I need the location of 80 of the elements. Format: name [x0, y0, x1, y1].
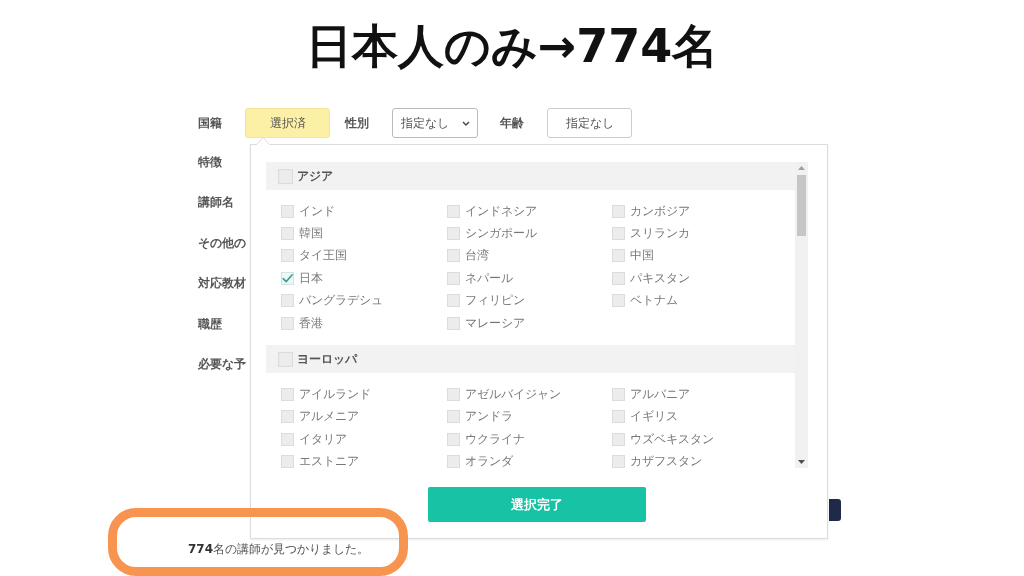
- chevron-down-icon: [462, 120, 470, 126]
- filter-button[interactable]: 指定なし: [547, 108, 632, 138]
- filter-label: 国籍: [198, 114, 222, 132]
- country-option[interactable]: スリランカ: [630, 225, 690, 243]
- checkbox[interactable]: [281, 410, 294, 424]
- checkbox[interactable]: [281, 204, 294, 218]
- filter-label: 性別: [345, 114, 369, 132]
- scroll-down-icon[interactable]: [798, 460, 805, 464]
- scroll-up-icon[interactable]: [798, 166, 805, 170]
- checkbox[interactable]: [447, 410, 460, 424]
- country-option[interactable]: 日本: [299, 269, 323, 287]
- country-option[interactable]: 香港: [299, 314, 323, 332]
- select-dropdown[interactable]: 指定なし: [392, 108, 478, 138]
- checkbox[interactable]: [612, 271, 625, 285]
- checkbox[interactable]: [281, 271, 294, 285]
- scrollbar[interactable]: [795, 162, 808, 468]
- filter-label: 対応教材: [198, 275, 246, 293]
- country-option[interactable]: オランダ: [465, 453, 513, 468]
- checkbox[interactable]: [447, 271, 460, 285]
- checkbox[interactable]: [281, 455, 294, 468]
- filter-label: その他の: [198, 234, 246, 252]
- country-option[interactable]: 韓国: [299, 225, 323, 243]
- checkbox[interactable]: [281, 388, 294, 402]
- checkbox[interactable]: [612, 204, 625, 218]
- checkbox[interactable]: [447, 249, 460, 263]
- checkbox[interactable]: [281, 432, 294, 446]
- checkbox[interactable]: [612, 455, 625, 468]
- checkbox[interactable]: [447, 388, 460, 402]
- checkbox[interactable]: [612, 294, 625, 308]
- country-option[interactable]: パキスタン: [630, 269, 690, 287]
- group-title[interactable]: ヨーロッパ: [297, 350, 357, 368]
- checkbox[interactable]: [612, 249, 625, 263]
- checkbox[interactable]: [612, 410, 625, 424]
- checkbox[interactable]: [281, 249, 294, 263]
- result-count-text: 774名の講師が見つかりました。: [188, 542, 370, 557]
- country-option[interactable]: フィリピン: [465, 292, 525, 310]
- filter-label: 講師名: [198, 194, 234, 212]
- checkbox[interactable]: [447, 455, 460, 468]
- checkbox[interactable]: [447, 432, 460, 446]
- headline: 日本人のみ→774名: [305, 18, 719, 75]
- country-option[interactable]: アゼルバイジャン: [465, 386, 561, 404]
- country-option[interactable]: ネパール: [465, 269, 513, 287]
- filter-label: 職歴: [198, 315, 222, 333]
- country-option[interactable]: エストニア: [299, 453, 359, 468]
- checkbox[interactable]: [447, 316, 460, 330]
- checkbox[interactable]: [281, 227, 294, 241]
- filter-label: 必要な予: [198, 356, 246, 374]
- country-option[interactable]: アイルランド: [299, 386, 371, 404]
- checkbox[interactable]: [447, 204, 460, 218]
- country-option[interactable]: アンドラ: [465, 408, 513, 426]
- scrollbar-thumb[interactable]: [797, 175, 806, 236]
- country-option[interactable]: カザフスタン: [630, 453, 702, 468]
- country-option[interactable]: イタリア: [299, 430, 347, 448]
- country-option[interactable]: カンボジア: [630, 202, 690, 220]
- checkbox[interactable]: [612, 388, 625, 402]
- country-option[interactable]: シンガポール: [465, 225, 537, 243]
- checkbox[interactable]: [447, 227, 460, 241]
- checkbox[interactable]: [447, 294, 460, 308]
- country-option[interactable]: ウズベキスタン: [630, 430, 714, 448]
- country-option[interactable]: 中国: [630, 247, 654, 265]
- country-option[interactable]: アルバニア: [630, 386, 690, 404]
- country-option[interactable]: タイ王国: [299, 247, 347, 265]
- checkbox[interactable]: [612, 432, 625, 446]
- country-option[interactable]: インドネシア: [465, 202, 537, 220]
- country-option[interactable]: 台湾: [465, 247, 489, 265]
- filter-label: 年齢: [500, 114, 524, 132]
- country-option[interactable]: バングラデシュ: [299, 292, 383, 310]
- checkbox[interactable]: [281, 316, 294, 330]
- country-option[interactable]: アルメニア: [299, 408, 359, 426]
- country-option[interactable]: イギリス: [630, 408, 678, 426]
- filter-label: 特徴: [198, 153, 222, 171]
- checkbox[interactable]: [612, 227, 625, 241]
- country-option[interactable]: インド: [299, 202, 335, 220]
- checkbox[interactable]: [281, 294, 294, 308]
- country-option[interactable]: ウクライナ: [465, 430, 525, 448]
- country-option[interactable]: マレーシア: [465, 314, 525, 332]
- country-option[interactable]: ベトナム: [630, 292, 678, 310]
- group-title[interactable]: アジア: [297, 167, 333, 185]
- button-edge[interactable]: [829, 499, 841, 521]
- filter-button[interactable]: 選択済: [245, 108, 330, 138]
